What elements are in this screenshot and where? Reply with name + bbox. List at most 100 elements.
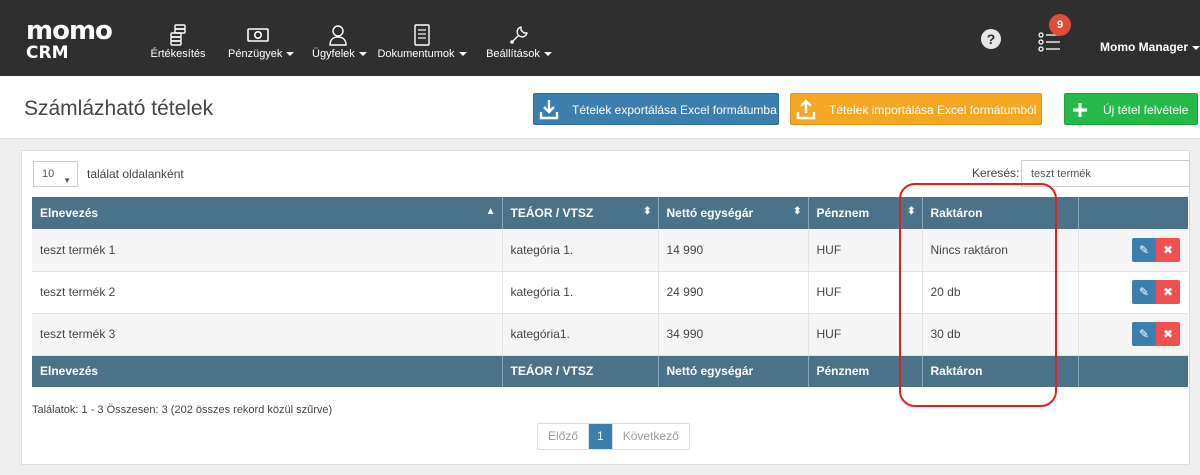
edit-button[interactable]: ✎ [1132, 322, 1156, 346]
cell-stock: 20 db [922, 271, 1079, 314]
page-length-label: találat oldalanként [87, 167, 184, 181]
chevron-down-icon [458, 52, 467, 57]
col-header-name[interactable]: Elnevezés ▲ [32, 197, 503, 229]
nav-item-settings[interactable]: Beállítások [482, 24, 556, 68]
notification-count-badge: 9 [1049, 14, 1071, 36]
table-footer-row: Elnevezés TEÁOR / VTSZ Nettó egységár Pé… [32, 355, 1188, 387]
nav-label-customers: Ügyfelek [312, 48, 355, 60]
download-icon [534, 94, 564, 124]
nav-item-documents[interactable]: Dokumentumok [374, 24, 470, 68]
search-input[interactable] [1021, 160, 1190, 187]
cell-teaor: kategória 1. [502, 229, 659, 272]
dropdown-arrow-icon: ▼ [63, 176, 71, 185]
col-header-actions [1078, 197, 1188, 229]
help-icon[interactable]: ? [981, 29, 1001, 49]
page-header: Számlázható tételek Tételek exportálása … [0, 76, 1200, 139]
col-header-label: Pénznem [816, 206, 870, 220]
cell-teaor: kategória 1. [502, 271, 659, 314]
export-excel-label: Tételek exportálása Excel formátumba [572, 103, 777, 117]
wrench-icon [510, 26, 528, 44]
cell-price: 24 990 [658, 271, 809, 314]
export-excel-button[interactable]: Tételek exportálása Excel formátumba [533, 93, 779, 125]
document-icon [414, 24, 430, 46]
edit-button[interactable]: ✎ [1132, 280, 1156, 304]
cell-teaor: kategória1. [502, 313, 659, 356]
top-navbar: momo CRM Értékesítés Pénzügyek Ügyfelek [0, 0, 1200, 76]
chevron-down-icon [1192, 45, 1200, 50]
cell-actions: ✎ ✖ [1078, 313, 1188, 356]
chevron-down-icon [358, 52, 367, 57]
pencil-icon: ✎ [1138, 242, 1150, 257]
page-title: Számlázható tételek [24, 97, 214, 120]
plus-icon [1065, 94, 1095, 124]
cell-name: teszt termék 1 [32, 229, 503, 272]
coins-stack-icon [170, 24, 186, 46]
chevron-down-icon [543, 52, 552, 57]
close-icon: ✖ [1162, 285, 1174, 299]
table-row: teszt termék 2 kategória 1. 24 990 HUF 2… [32, 271, 1188, 314]
col-header-price[interactable]: Nettó egységár ⬍ [658, 197, 809, 229]
logo-text-bottom: CRM [26, 43, 69, 63]
next-page-button[interactable]: Következő [613, 424, 689, 449]
sort-icon: ⬍ [643, 206, 652, 217]
nav-item-customers[interactable]: Ügyfelek [312, 24, 367, 68]
upload-icon [791, 94, 821, 124]
cell-actions: ✎ ✖ [1078, 271, 1188, 314]
results-info: Találatok: 1 - 3 Összesen: 3 (202 összes… [32, 404, 333, 416]
cell-currency: HUF [808, 271, 923, 314]
nav-label-documents: Dokumentumok [377, 48, 455, 60]
person-icon [329, 25, 347, 46]
col-header-label: Raktáron [930, 206, 983, 220]
nav-label-settings: Beállítások [486, 48, 540, 60]
sort-icon: ⬍ [907, 206, 916, 217]
col-header-teaor[interactable]: TEÁOR / VTSZ ⬍ [502, 197, 659, 229]
cell-name: teszt termék 3 [32, 313, 503, 356]
nav-label-finances: Pénzügyek [228, 48, 283, 60]
cell-stock: Nincs raktáron [922, 229, 1079, 272]
col-header-label: Nettó egységár [666, 206, 754, 220]
table-row: teszt termék 3 kategória1. 34 990 HUF 30… [32, 313, 1188, 356]
cell-currency: HUF [808, 313, 923, 356]
table-header-row: Elnevezés ▲ TEÁOR / VTSZ ⬍ Nettó egységár ⬍… [32, 197, 1188, 229]
prev-page-button[interactable]: Előző [538, 424, 590, 449]
delete-button[interactable]: ✖ [1156, 237, 1180, 262]
items-panel: 10 ▼ találat oldalanként Keresés: Elneve… [21, 150, 1190, 465]
footer-col-stock: Raktáron [922, 355, 1079, 387]
pagination: Előző 1 Következő [537, 423, 690, 450]
momo-crm-logo[interactable]: momo CRM [26, 18, 116, 62]
col-header-stock[interactable]: Raktáron [922, 197, 1079, 229]
edit-button[interactable]: ✎ [1132, 237, 1156, 262]
page-1-button[interactable]: 1 [589, 424, 613, 449]
nav-item-finances[interactable]: Pénzügyek [228, 24, 295, 68]
cell-stock: 30 db [922, 313, 1079, 356]
close-icon: ✖ [1162, 327, 1174, 341]
sort-icon: ⬍ [793, 206, 802, 217]
logo-text-top: momo [26, 16, 113, 46]
footer-col-name: Elnevezés [32, 355, 503, 387]
nav-label-sales: Értékesítés [150, 48, 206, 60]
footer-col-teaor: TEÁOR / VTSZ [502, 355, 659, 387]
import-excel-button[interactable]: Tételek importálása Excel formátumból [790, 93, 1042, 125]
user-name: Momo Manager [1100, 40, 1189, 54]
search-label: Keresés: [972, 166, 1020, 180]
close-icon: ✖ [1162, 242, 1174, 257]
cell-actions: ✎ ✖ [1078, 229, 1188, 272]
chevron-down-icon [286, 52, 295, 57]
new-item-button[interactable]: Új tétel felvétele [1064, 93, 1198, 125]
cell-price: 34 990 [658, 313, 809, 356]
page-length-select[interactable]: 10 ▼ [33, 161, 78, 187]
col-header-currency[interactable]: Pénznem ⬍ [808, 197, 923, 229]
delete-button[interactable]: ✖ [1156, 322, 1180, 346]
sort-asc-icon: ▲ [485, 206, 496, 217]
pencil-icon: ✎ [1138, 285, 1150, 299]
pencil-icon: ✎ [1138, 327, 1150, 341]
page-length-value: 10 [42, 168, 55, 180]
nav-item-sales[interactable]: Értékesítés [150, 24, 206, 68]
cell-price: 14 990 [658, 229, 809, 272]
footer-col-currency: Pénznem [808, 355, 923, 387]
user-menu[interactable]: Momo Manager [1100, 40, 1200, 54]
import-excel-label: Tételek importálása Excel formátumból [829, 103, 1037, 117]
new-item-label: Új tétel felvétele [1103, 103, 1189, 117]
delete-button[interactable]: ✖ [1156, 280, 1180, 304]
items-table: Elnevezés ▲ TEÁOR / VTSZ ⬍ Nettó egységár ⬍… [32, 197, 1188, 387]
